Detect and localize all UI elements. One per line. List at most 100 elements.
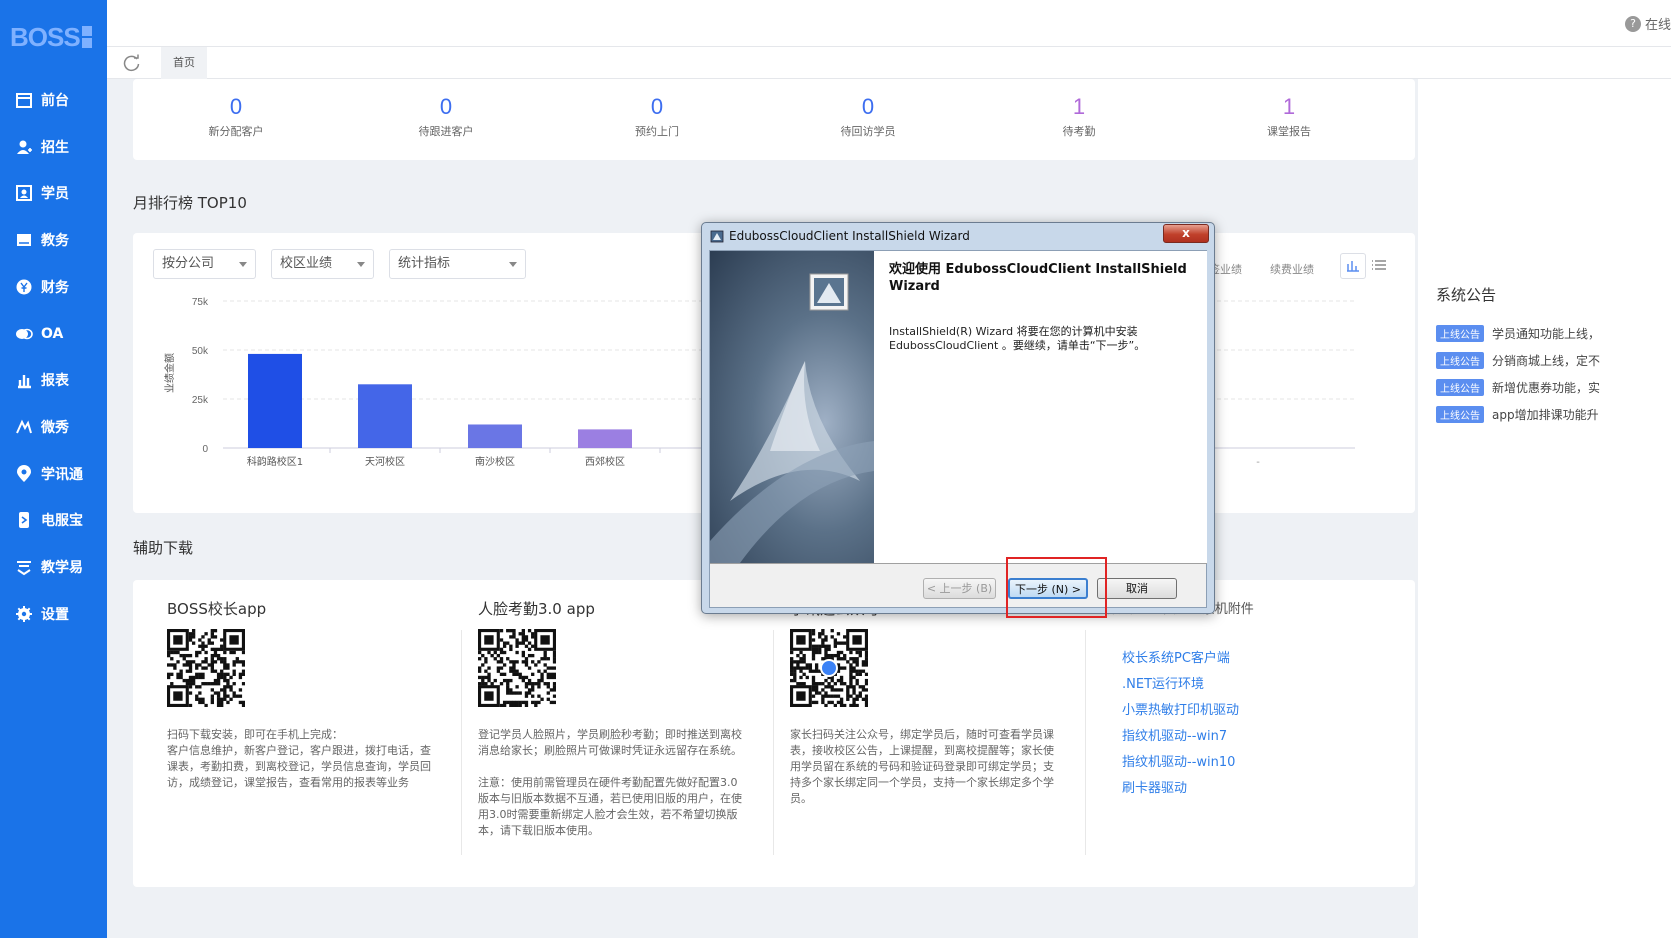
sidebar-item-label: 报表: [41, 373, 69, 390]
dialog-heading: 欢迎使用 EdubossCloudClient InstallShield Wi…: [889, 262, 1187, 294]
installer-artwork: [710, 251, 874, 563]
notice-item[interactable]: 上线公告 学员通知功能上线，: [1436, 325, 1600, 342]
download-desc: 家长扫码关注公众号，绑定学员后，随时可查看学员课表，接收校区公告，上课提醒，到离…: [790, 728, 1054, 805]
tab-home[interactable]: 首页: [161, 47, 207, 79]
sidebar-item-4[interactable]: 财务: [0, 267, 107, 307]
sidebar: BOSS 前台招生学员教务财务 OA 报表微秀学讯通电服宝教学易设置: [0, 0, 107, 938]
qr-code-wechat: [790, 629, 869, 708]
stat-item[interactable]: 0 待跟进客户: [366, 94, 526, 139]
id-card-icon: [16, 185, 32, 202]
stats-card: 0 新分配客户 0 待跟进客户 0 预约上门 0 待回访学员 1 待考勤 1 课堂报告: [133, 79, 1415, 160]
install-wizard-dialog: EdubossCloudClient InstallShield Wizard …: [701, 222, 1215, 614]
sidebar-item-11[interactable]: 设置: [0, 594, 107, 634]
notice-text: 分销商城上线，定不: [1492, 354, 1601, 368]
sparkle-icon: [16, 419, 32, 434]
bar-1: [358, 384, 412, 448]
book-icon: [17, 234, 31, 247]
stat-label: 待跟进客户: [418, 125, 474, 138]
download-note: 注意：使用前需管理员在硬件考勤配置先做好配置3.0版本与旧版本数据不互通，若已使…: [478, 776, 742, 837]
bar-3: [578, 429, 632, 448]
right-panel: 系统公告 上线公告 学员通知功能上线， 上线公告 分销商城上线，定不 上线公告 新增优惠券…: [1418, 79, 1671, 938]
divider: [1085, 630, 1086, 855]
back-button[interactable]: < 上一步 (B): [923, 578, 996, 599]
sidebar-item-label: 教学易: [41, 560, 83, 576]
sidebar-item-label: 学讯通: [41, 466, 83, 483]
stat-value: 0: [650, 94, 664, 119]
stat-label: 新分配客户: [208, 125, 264, 138]
download-desc: 扫码下载安装，即可在手机上完成： 客户信息维护，新客户登记，客户跟进，拨打电话，…: [167, 728, 431, 789]
sidebar-item-label: 招生: [41, 139, 69, 156]
download-link[interactable]: 指纹机驱动--win7: [1122, 725, 1254, 744]
sidebar-item-label: 财务: [41, 279, 69, 296]
y-tick-label: 50k: [192, 346, 209, 357]
sidebar-item-9[interactable]: 电服宝: [0, 500, 107, 540]
sidebar-item-8[interactable]: 学讯通: [0, 454, 107, 494]
stat-item[interactable]: 1 课堂报告: [1209, 94, 1369, 139]
x-tick-label: 天河校区: [365, 455, 405, 468]
notice-item[interactable]: 上线公告 app增加排课功能升: [1436, 406, 1599, 423]
setup-box-icon: [809, 273, 849, 311]
sidebar-item-0[interactable]: 前台: [0, 80, 107, 120]
stat-item[interactable]: 1 待考勤: [999, 94, 1159, 139]
x-tick-label: 西郊校区: [585, 455, 625, 468]
installer-icon: [710, 230, 724, 243]
stat-value: 0: [229, 94, 243, 119]
calendar-icon: [16, 93, 32, 108]
divider: [461, 630, 462, 855]
notice-title: 系统公告: [1436, 286, 1497, 304]
location-icon: [17, 464, 31, 482]
help-link[interactable]: ? 在线: [1624, 14, 1671, 33]
x-tick-label: -: [1256, 457, 1260, 468]
phone-icon: [19, 512, 29, 529]
sidebar-item-7[interactable]: 微秀: [0, 407, 107, 447]
sidebar-item-label: 微秀: [41, 419, 69, 436]
sidebar-item-5[interactable]: OA: [0, 314, 107, 354]
dialog-title-bar: EdubossCloudClient InstallShield Wizard: [710, 229, 970, 243]
notice-text: 学员通知功能上线，: [1492, 327, 1601, 341]
dialog-body: 欢迎使用 EdubossCloudClient InstallShield Wi…: [709, 250, 1207, 608]
stat-label: 预约上门: [635, 125, 679, 138]
close-button[interactable]: x: [1163, 224, 1209, 243]
cancel-button[interactable]: 取消: [1097, 578, 1177, 599]
notice-badge: 上线公告: [1436, 352, 1484, 369]
notice-text: app增加排课功能升: [1492, 408, 1599, 422]
notice-item[interactable]: 上线公告 新增优惠券功能，实: [1436, 379, 1600, 396]
stat-item[interactable]: 0 预约上门: [577, 94, 737, 139]
refresh-icon[interactable]: [123, 54, 141, 72]
notice-item[interactable]: 上线公告 分销商城上线，定不: [1436, 352, 1600, 369]
downloads-card: BOSS校长app 扫码下载安装，即可在手机上完成： 客户信息维护，新客户登记，…: [133, 580, 1415, 887]
highlight-box: [1006, 557, 1107, 618]
sidebar-item-6[interactable]: 报表: [0, 360, 107, 400]
sidebar-item-1[interactable]: 招生: [0, 127, 107, 167]
notice-badge: 上线公告: [1436, 406, 1484, 423]
download-link[interactable]: 指纹机驱动--win10: [1122, 751, 1254, 770]
gear-icon: [16, 605, 32, 622]
download-link[interactable]: 刷卡器驱动: [1122, 777, 1254, 796]
qr-code-face-app: [478, 629, 557, 708]
stat-value: 0: [861, 94, 875, 119]
ranking-title: 月排行榜 TOP10: [133, 194, 247, 212]
sidebar-item-2[interactable]: 学员: [0, 173, 107, 213]
bar-0: [248, 353, 302, 448]
logo: BOSS: [10, 22, 92, 53]
tab-bar: 首页: [107, 47, 1671, 79]
yen-icon: [16, 279, 32, 295]
download-title: BOSS校长app: [167, 600, 267, 618]
teach-icon: [17, 561, 31, 576]
stat-item[interactable]: 0 待回访学员: [788, 94, 948, 139]
sidebar-item-label: 学员: [41, 186, 69, 203]
download-link[interactable]: 校长系统PC客户端: [1122, 647, 1254, 666]
stat-label: 待回访学员: [840, 125, 896, 138]
download-desc: 登记学员人脸照片，学员刷脸秒考勤；即时推送到离校消息给家长；刷脸照片可做课时凭证…: [478, 728, 742, 757]
user-add-icon: [17, 140, 32, 154]
download-link[interactable]: .NET运行环境: [1122, 673, 1254, 692]
y-axis-label: 业绩金额: [163, 353, 176, 393]
top-bar: ? 在线: [107, 0, 1671, 47]
stat-item[interactable]: 0 新分配客户: [156, 94, 316, 139]
download-link[interactable]: 小票热敏打印机驱动: [1122, 699, 1254, 718]
bar-chart-icon: [18, 375, 31, 389]
sidebar-item-3[interactable]: 教务: [0, 220, 107, 260]
dialog-message: InstallShield(R) Wizard 将要在您的计算机中安装 Edub…: [889, 325, 1146, 352]
chat-icon: [16, 328, 33, 339]
sidebar-item-10[interactable]: 教学易: [0, 547, 107, 587]
